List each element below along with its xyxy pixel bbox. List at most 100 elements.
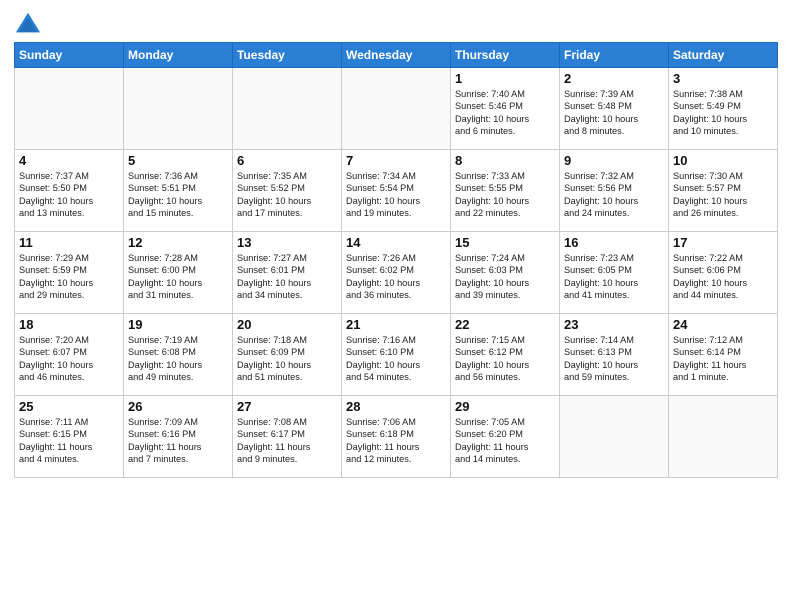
- day-number: 24: [673, 317, 773, 332]
- calendar-cell: [124, 68, 233, 150]
- calendar-cell: 27 Sunrise: 7:08 AM Sunset: 6:17 PM Dayli…: [233, 396, 342, 478]
- day-info: Sunrise: 7:32 AM Sunset: 5:56 PM Dayligh…: [564, 170, 664, 220]
- calendar-table: SundayMondayTuesdayWednesdayThursdayFrid…: [14, 42, 778, 478]
- day-number: 22: [455, 317, 555, 332]
- day-header-thursday: Thursday: [451, 43, 560, 68]
- calendar-cell: 14 Sunrise: 7:26 AM Sunset: 6:02 PM Dayli…: [342, 232, 451, 314]
- calendar-cell: 3 Sunrise: 7:38 AM Sunset: 5:49 PM Daylig…: [669, 68, 778, 150]
- day-number: 2: [564, 71, 664, 86]
- calendar-cell: 20 Sunrise: 7:18 AM Sunset: 6:09 PM Dayli…: [233, 314, 342, 396]
- logo: [14, 10, 46, 38]
- day-info: Sunrise: 7:18 AM Sunset: 6:09 PM Dayligh…: [237, 334, 337, 384]
- calendar-week-1: 4 Sunrise: 7:37 AM Sunset: 5:50 PM Daylig…: [15, 150, 778, 232]
- calendar-cell: 22 Sunrise: 7:15 AM Sunset: 6:12 PM Dayli…: [451, 314, 560, 396]
- day-info: Sunrise: 7:38 AM Sunset: 5:49 PM Dayligh…: [673, 88, 773, 138]
- page-container: SundayMondayTuesdayWednesdayThursdayFrid…: [0, 0, 792, 484]
- day-info: Sunrise: 7:28 AM Sunset: 6:00 PM Dayligh…: [128, 252, 228, 302]
- day-info: Sunrise: 7:36 AM Sunset: 5:51 PM Dayligh…: [128, 170, 228, 220]
- day-number: 4: [19, 153, 119, 168]
- day-number: 19: [128, 317, 228, 332]
- day-number: 12: [128, 235, 228, 250]
- calendar-cell: 17 Sunrise: 7:22 AM Sunset: 6:06 PM Dayli…: [669, 232, 778, 314]
- calendar-cell: 19Sunrise: 7:19 AM Sunset: 6:08 PM Dayli…: [124, 314, 233, 396]
- calendar-cell: [560, 396, 669, 478]
- day-info: Sunrise: 7:37 AM Sunset: 5:50 PM Dayligh…: [19, 170, 119, 220]
- calendar-cell: 23Sunrise: 7:14 AM Sunset: 6:13 PM Dayli…: [560, 314, 669, 396]
- day-number: 23: [564, 317, 664, 332]
- logo-icon: [14, 10, 42, 38]
- day-header-sunday: Sunday: [15, 43, 124, 68]
- day-number: 9: [564, 153, 664, 168]
- day-number: 13: [237, 235, 337, 250]
- day-header-monday: Monday: [124, 43, 233, 68]
- calendar-cell: 29Sunrise: 7:05 AM Sunset: 6:20 PM Dayli…: [451, 396, 560, 478]
- day-number: 25: [19, 399, 119, 414]
- day-number: 3: [673, 71, 773, 86]
- calendar-cell: 12 Sunrise: 7:28 AM Sunset: 6:00 PM Dayli…: [124, 232, 233, 314]
- day-number: 16: [564, 235, 664, 250]
- day-header-saturday: Saturday: [669, 43, 778, 68]
- day-number: 7: [346, 153, 446, 168]
- day-number: 6: [237, 153, 337, 168]
- calendar-cell: 5 Sunrise: 7:36 AM Sunset: 5:51 PM Daylig…: [124, 150, 233, 232]
- day-info: Sunrise: 7:08 AM Sunset: 6:17 PM Dayligh…: [237, 416, 337, 466]
- day-number: 15: [455, 235, 555, 250]
- calendar-cell: 2 Sunrise: 7:39 AM Sunset: 5:48 PM Daylig…: [560, 68, 669, 150]
- calendar-cell: 8 Sunrise: 7:33 AM Sunset: 5:55 PM Daylig…: [451, 150, 560, 232]
- calendar-cell: 16Sunrise: 7:23 AM Sunset: 6:05 PM Dayli…: [560, 232, 669, 314]
- day-header-friday: Friday: [560, 43, 669, 68]
- day-info: Sunrise: 7:12 AM Sunset: 6:14 PM Dayligh…: [673, 334, 773, 384]
- calendar-week-3: 18 Sunrise: 7:20 AM Sunset: 6:07 PM Dayli…: [15, 314, 778, 396]
- calendar-cell: 28 Sunrise: 7:06 AM Sunset: 6:18 PM Dayli…: [342, 396, 451, 478]
- calendar-cell: 25Sunrise: 7:11 AM Sunset: 6:15 PM Dayli…: [15, 396, 124, 478]
- calendar-cell: 18 Sunrise: 7:20 AM Sunset: 6:07 PM Dayli…: [15, 314, 124, 396]
- day-info: Sunrise: 7:06 AM Sunset: 6:18 PM Dayligh…: [346, 416, 446, 466]
- calendar-cell: [669, 396, 778, 478]
- day-info: Sunrise: 7:22 AM Sunset: 6:06 PM Dayligh…: [673, 252, 773, 302]
- day-number: 20: [237, 317, 337, 332]
- day-info: Sunrise: 7:20 AM Sunset: 6:07 PM Dayligh…: [19, 334, 119, 384]
- calendar-week-2: 11 Sunrise: 7:29 AM Sunset: 5:59 PM Dayli…: [15, 232, 778, 314]
- calendar-week-4: 25Sunrise: 7:11 AM Sunset: 6:15 PM Dayli…: [15, 396, 778, 478]
- calendar-cell: [233, 68, 342, 150]
- day-info: Sunrise: 7:29 AM Sunset: 5:59 PM Dayligh…: [19, 252, 119, 302]
- day-number: 26: [128, 399, 228, 414]
- calendar-cell: 9 Sunrise: 7:32 AM Sunset: 5:56 PM Daylig…: [560, 150, 669, 232]
- day-info: Sunrise: 7:15 AM Sunset: 6:12 PM Dayligh…: [455, 334, 555, 384]
- calendar-cell: [342, 68, 451, 150]
- day-info: Sunrise: 7:26 AM Sunset: 6:02 PM Dayligh…: [346, 252, 446, 302]
- day-info: Sunrise: 7:30 AM Sunset: 5:57 PM Dayligh…: [673, 170, 773, 220]
- day-number: 14: [346, 235, 446, 250]
- day-number: 10: [673, 153, 773, 168]
- calendar-cell: 24 Sunrise: 7:12 AM Sunset: 6:14 PM Dayli…: [669, 314, 778, 396]
- calendar-cell: 11 Sunrise: 7:29 AM Sunset: 5:59 PM Dayli…: [15, 232, 124, 314]
- day-number: 1: [455, 71, 555, 86]
- calendar-cell: [15, 68, 124, 150]
- day-number: 8: [455, 153, 555, 168]
- day-info: Sunrise: 7:33 AM Sunset: 5:55 PM Dayligh…: [455, 170, 555, 220]
- day-info: Sunrise: 7:35 AM Sunset: 5:52 PM Dayligh…: [237, 170, 337, 220]
- day-number: 21: [346, 317, 446, 332]
- day-number: 5: [128, 153, 228, 168]
- calendar-cell: 1Sunrise: 7:40 AM Sunset: 5:46 PM Daylig…: [451, 68, 560, 150]
- day-number: 27: [237, 399, 337, 414]
- calendar-cell: 6 Sunrise: 7:35 AM Sunset: 5:52 PM Daylig…: [233, 150, 342, 232]
- day-number: 28: [346, 399, 446, 414]
- calendar-cell: 4 Sunrise: 7:37 AM Sunset: 5:50 PM Daylig…: [15, 150, 124, 232]
- day-number: 17: [673, 235, 773, 250]
- calendar-week-0: 1Sunrise: 7:40 AM Sunset: 5:46 PM Daylig…: [15, 68, 778, 150]
- day-number: 18: [19, 317, 119, 332]
- day-info: Sunrise: 7:39 AM Sunset: 5:48 PM Dayligh…: [564, 88, 664, 138]
- day-header-wednesday: Wednesday: [342, 43, 451, 68]
- header: [14, 10, 778, 38]
- day-info: Sunrise: 7:27 AM Sunset: 6:01 PM Dayligh…: [237, 252, 337, 302]
- calendar-header-row: SundayMondayTuesdayWednesdayThursdayFrid…: [15, 43, 778, 68]
- day-info: Sunrise: 7:34 AM Sunset: 5:54 PM Dayligh…: [346, 170, 446, 220]
- day-header-tuesday: Tuesday: [233, 43, 342, 68]
- day-number: 11: [19, 235, 119, 250]
- calendar-cell: 10 Sunrise: 7:30 AM Sunset: 5:57 PM Dayli…: [669, 150, 778, 232]
- calendar-cell: 13 Sunrise: 7:27 AM Sunset: 6:01 PM Dayli…: [233, 232, 342, 314]
- calendar-cell: 26Sunrise: 7:09 AM Sunset: 6:16 PM Dayli…: [124, 396, 233, 478]
- day-number: 29: [455, 399, 555, 414]
- calendar-cell: 21Sunrise: 7:16 AM Sunset: 6:10 PM Dayli…: [342, 314, 451, 396]
